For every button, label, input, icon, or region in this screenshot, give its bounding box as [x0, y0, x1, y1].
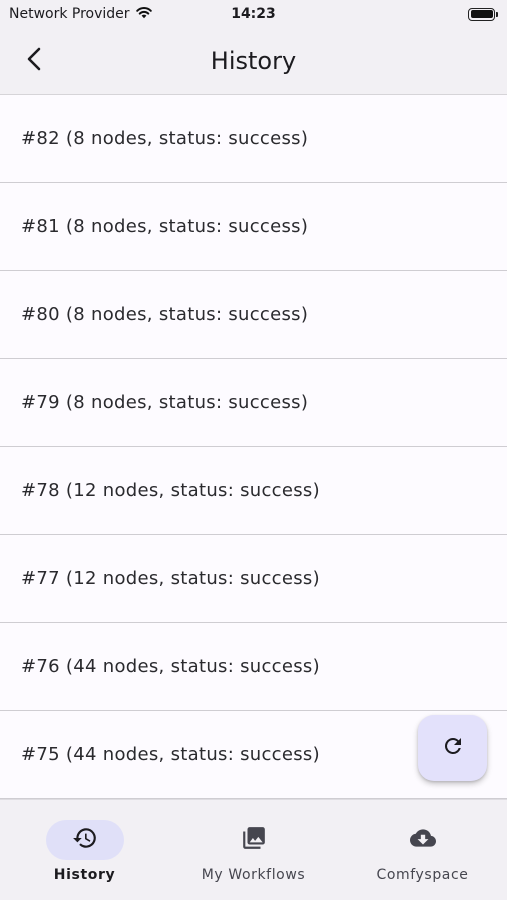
refresh-button[interactable] — [418, 715, 487, 781]
history-item[interactable]: #77 (12 nodes, status: success) — [0, 535, 507, 623]
nav-icon-container — [384, 820, 462, 860]
page-title: History — [210, 47, 297, 75]
nav-item-my-workflows[interactable]: My Workflows — [169, 800, 338, 900]
bottom-navigation: History My Workflows Comfyspace — [0, 799, 507, 900]
history-item[interactable]: #82 (8 nodes, status: success) — [0, 95, 507, 183]
history-list: #82 (8 nodes, status: success) #81 (8 no… — [0, 95, 507, 799]
history-item[interactable]: #80 (8 nodes, status: success) — [0, 271, 507, 359]
battery-icon — [468, 7, 498, 21]
history-icon — [72, 825, 98, 855]
nav-item-history[interactable]: History — [0, 800, 169, 900]
nav-item-comfyspace[interactable]: Comfyspace — [338, 800, 507, 900]
nav-label-history: History — [53, 867, 116, 883]
photo-library-icon — [241, 825, 267, 855]
cloud-download-icon — [409, 825, 437, 855]
history-item[interactable]: #76 (44 nodes, status: success) — [0, 623, 507, 711]
refresh-icon — [441, 734, 465, 762]
nav-label-comfyspace: Comfyspace — [376, 867, 469, 883]
nav-active-indicator — [45, 820, 124, 860]
nav-label-my-workflows: My Workflows — [201, 867, 306, 883]
app-bar: History — [0, 28, 507, 95]
back-button[interactable] — [14, 40, 56, 82]
carrier-label: Network Provider — [9, 6, 130, 22]
history-item[interactable]: #79 (8 nodes, status: success) — [0, 359, 507, 447]
status-left: Network Provider — [9, 5, 153, 23]
status-bar: Network Provider 14:23 — [0, 0, 507, 28]
history-item[interactable]: #81 (8 nodes, status: success) — [0, 183, 507, 271]
wifi-icon — [135, 5, 153, 23]
nav-icon-container — [215, 820, 293, 860]
history-item[interactable]: #78 (12 nodes, status: success) — [0, 447, 507, 535]
chevron-left-icon — [24, 46, 46, 76]
